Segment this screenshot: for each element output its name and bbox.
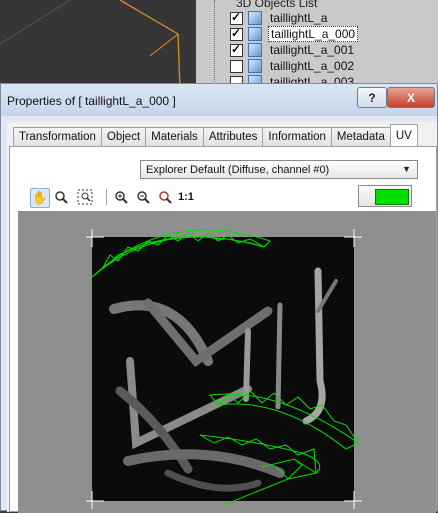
- objects-list-title: 3D Objects List: [236, 0, 318, 10]
- zoom-extents-icon[interactable]: [76, 188, 94, 206]
- zoom-icon[interactable]: [52, 188, 70, 206]
- zoom-in-icon[interactable]: [112, 188, 130, 206]
- dialog-titlebar[interactable]: Properties of [ taillightL_a_000 ] ? X: [1, 84, 437, 116]
- list-item[interactable]: taillightL_a: [202, 10, 329, 26]
- wire-color-button[interactable]: [358, 185, 412, 207]
- tab-attributes[interactable]: Attributes: [202, 127, 264, 146]
- visibility-checkbox[interactable]: [230, 10, 243, 25]
- list-item[interactable]: taillightL_a_002: [202, 58, 356, 74]
- tab-information[interactable]: Information: [262, 127, 332, 146]
- tab-object[interactable]: Object: [100, 127, 147, 146]
- viewport-wireframe: [0, 0, 181, 90]
- visibility-checkbox[interactable]: [230, 26, 243, 41]
- uv-canvas[interactable]: [18, 211, 436, 513]
- cube-icon: [248, 27, 262, 41]
- zoom-reset-icon[interactable]: [156, 188, 174, 206]
- dialog-content: Transformation Object Materials Attribut…: [7, 122, 437, 513]
- tab-transformation[interactable]: Transformation: [13, 127, 102, 146]
- tab-uv[interactable]: UV: [389, 124, 418, 146]
- object-label[interactable]: taillightL_a: [268, 11, 329, 25]
- dialog-title: Properties of [ taillightL_a_000 ]: [7, 94, 176, 108]
- list-item[interactable]: taillightL_a_000: [202, 26, 359, 42]
- uv-channel-select[interactable]: Explorer Default (Diffuse, channel #0) ▼: [140, 160, 418, 179]
- cube-icon: [248, 43, 262, 57]
- objects-list-panel: 3D Objects List taillightL_a taillightL_…: [196, 0, 438, 90]
- cube-icon: [248, 59, 262, 73]
- help-button[interactable]: ?: [357, 87, 387, 108]
- cube-icon: [248, 11, 262, 25]
- zoom-out-icon[interactable]: [134, 188, 152, 206]
- uv-texture-view: [86, 229, 362, 509]
- tab-materials[interactable]: Materials: [145, 127, 204, 146]
- toolbar-separator: [106, 189, 107, 205]
- uv-tab-panel: Explorer Default (Diffuse, channel #0) ▼…: [9, 146, 437, 513]
- tab-bar: Transformation Object Materials Attribut…: [13, 124, 418, 146]
- 3d-viewport[interactable]: [0, 0, 200, 90]
- tab-metadata[interactable]: Metadata: [330, 127, 391, 146]
- hand-icon[interactable]: ✋: [30, 188, 50, 208]
- visibility-checkbox[interactable]: [230, 59, 243, 73]
- object-label[interactable]: taillightL_a_001: [268, 43, 356, 57]
- properties-dialog: Properties of [ taillightL_a_000 ] ? X T…: [0, 83, 438, 513]
- zoom-one-to-one-button[interactable]: 1:1: [178, 191, 194, 203]
- close-button[interactable]: X: [387, 87, 435, 108]
- uv-channel-value: Explorer Default (Diffuse, channel #0): [146, 164, 330, 176]
- wire-color-swatch: [375, 189, 409, 205]
- visibility-checkbox[interactable]: [230, 42, 243, 57]
- object-label-selected[interactable]: taillightL_a_000: [268, 26, 359, 42]
- list-item[interactable]: taillightL_a_001: [202, 42, 356, 58]
- chevron-down-icon: ▼: [402, 164, 411, 174]
- object-label[interactable]: taillightL_a_002: [268, 59, 356, 73]
